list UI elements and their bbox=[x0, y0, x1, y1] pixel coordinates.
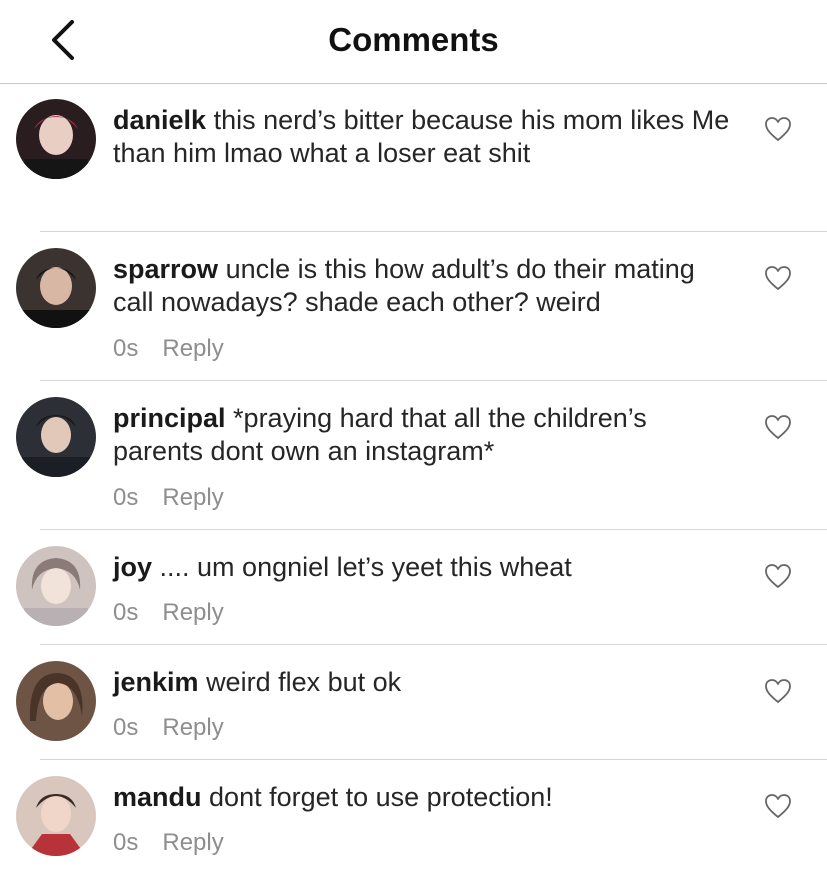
like-button[interactable] bbox=[764, 116, 792, 142]
comment-body: this nerd’s bitter because his mom likes… bbox=[113, 105, 730, 168]
comment-text: danielk this nerd’s bitter because his m… bbox=[113, 104, 738, 170]
divider bbox=[40, 759, 827, 760]
avatar[interactable] bbox=[16, 776, 96, 856]
heart-outline-icon bbox=[765, 266, 791, 290]
avatar[interactable] bbox=[16, 661, 96, 741]
comment-text: joy .... um ongniel let’s yeet this whea… bbox=[113, 551, 738, 584]
comment-timestamp: 0s bbox=[113, 599, 139, 626]
avatar[interactable] bbox=[16, 248, 96, 328]
like-button[interactable] bbox=[764, 793, 792, 819]
comment-timestamp: 0s bbox=[113, 829, 139, 856]
comment-meta: 0s Reply bbox=[113, 599, 224, 627]
reply-button[interactable]: Reply bbox=[162, 484, 223, 511]
divider bbox=[40, 644, 827, 645]
divider bbox=[40, 529, 827, 530]
comment-text: sparrow uncle is this how adult’s do the… bbox=[113, 253, 738, 319]
heart-outline-icon bbox=[765, 415, 791, 439]
reply-button[interactable]: Reply bbox=[162, 714, 223, 741]
comment-username[interactable]: principal bbox=[113, 403, 226, 433]
like-button[interactable] bbox=[764, 265, 792, 291]
comment-username[interactable]: joy bbox=[113, 552, 152, 582]
comment-username[interactable]: sparrow bbox=[113, 254, 218, 284]
like-button[interactable] bbox=[764, 563, 792, 589]
reply-button[interactable]: Reply bbox=[162, 829, 223, 856]
comment-username[interactable]: danielk bbox=[113, 105, 206, 135]
heart-outline-icon bbox=[765, 679, 791, 703]
comment-text: jenkim weird flex but ok bbox=[113, 666, 738, 699]
divider bbox=[40, 380, 827, 381]
like-button[interactable] bbox=[764, 414, 792, 440]
heart-outline-icon bbox=[765, 794, 791, 818]
heart-outline-icon bbox=[765, 564, 791, 588]
like-button[interactable] bbox=[764, 678, 792, 704]
comment-timestamp: 0s bbox=[113, 714, 139, 741]
avatar[interactable] bbox=[16, 546, 96, 626]
comment-meta: 0s Reply bbox=[113, 335, 224, 363]
heart-outline-icon bbox=[765, 117, 791, 141]
comment-meta: 0s Reply bbox=[113, 484, 224, 512]
divider bbox=[40, 231, 827, 232]
comment-text: principal *praying hard that all the chi… bbox=[113, 402, 738, 468]
comment-username[interactable]: jenkim bbox=[113, 667, 199, 697]
comment-text: mandu dont forget to use protection! bbox=[113, 781, 738, 814]
comment-body: .... um ongniel let’s yeet this wheat bbox=[159, 552, 572, 582]
reply-button[interactable]: Reply bbox=[162, 335, 223, 362]
comment-body: dont forget to use protection! bbox=[209, 782, 553, 812]
avatar[interactable] bbox=[16, 397, 96, 477]
avatar[interactable] bbox=[16, 99, 96, 179]
header: Comments bbox=[0, 0, 827, 84]
page-title: Comments bbox=[328, 21, 499, 58]
reply-button[interactable]: Reply bbox=[162, 599, 223, 626]
comment-timestamp: 0s bbox=[113, 484, 139, 511]
comment-username[interactable]: mandu bbox=[113, 782, 202, 812]
comment-body: weird flex but ok bbox=[206, 667, 402, 697]
comment-timestamp: 0s bbox=[113, 335, 139, 362]
comment-meta: 0s Reply bbox=[113, 714, 224, 742]
comment-meta: 0s Reply bbox=[113, 829, 224, 857]
